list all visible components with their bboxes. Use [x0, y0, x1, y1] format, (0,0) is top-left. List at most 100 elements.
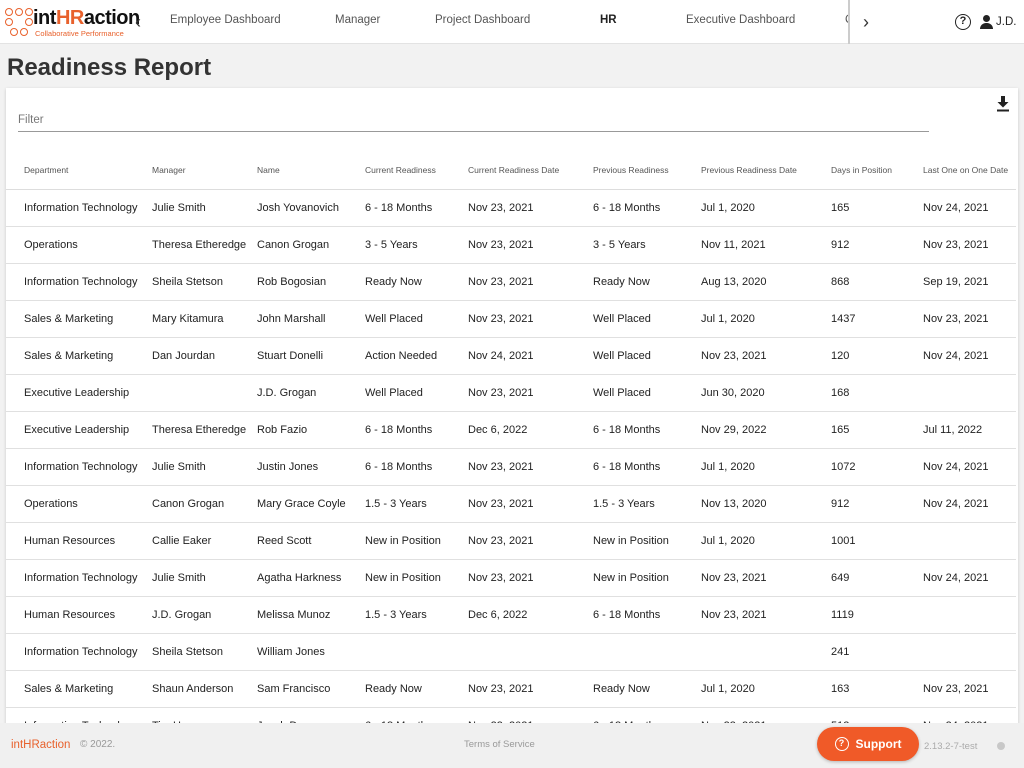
cell-last-one-on-one-date: Nov 24, 2021 [923, 448, 1016, 486]
cell-manager: Dan Jourdan [152, 337, 257, 375]
cell-current-readiness-date: Dec 6, 2022 [468, 596, 593, 634]
cell-days-in-position: 163 [831, 670, 923, 708]
support-button[interactable]: ? Support [817, 727, 919, 761]
cell-days-in-position: 1437 [831, 300, 923, 338]
cell-previous-readiness [593, 633, 701, 671]
column-header-days-in-position[interactable]: Days in Position [831, 151, 923, 190]
cell-current-readiness: Action Needed [365, 337, 468, 375]
cell-previous-readiness-date: Aug 13, 2020 [701, 263, 831, 301]
cell-department: Executive Leadership [6, 411, 152, 449]
tab-hr[interactable]: HR [600, 14, 617, 26]
cell-name: John Marshall [257, 300, 365, 338]
cell-previous-readiness: Well Placed [593, 337, 701, 375]
cell-previous-readiness-date: Nov 23, 2021 [701, 337, 831, 375]
cell-name: William Jones [257, 633, 365, 671]
cell-manager: Julie Smith [152, 189, 257, 227]
cell-previous-readiness: 6 - 18 Months [593, 189, 701, 227]
cell-previous-readiness: 6 - 18 Months [593, 596, 701, 634]
cell-manager: Shaun Anderson [152, 670, 257, 708]
cell-days-in-position: 1001 [831, 522, 923, 560]
cell-previous-readiness-date: Jul 1, 2020 [701, 522, 831, 560]
cell-days-in-position: 241 [831, 633, 923, 671]
app-version: 2.13.2-7-test [924, 741, 978, 752]
cell-days-in-position: 912 [831, 485, 923, 523]
cell-current-readiness: Ready Now [365, 670, 468, 708]
cell-current-readiness-date: Nov 23, 2021 [468, 300, 593, 338]
cell-department: Operations [6, 226, 152, 264]
column-header-previous-readiness[interactable]: Previous Readiness [593, 151, 701, 190]
help-icon[interactable]: ? [955, 14, 971, 30]
table-row[interactable]: Information Technology Sheila Stetson Will… [6, 633, 1016, 671]
table-row[interactable]: Executive Leadership J.D. Grogan Well Plac… [6, 374, 1016, 412]
footer-copyright: © 2022. [80, 739, 116, 750]
cell-manager: J.D. Grogan [152, 596, 257, 634]
tab-project-dashboard[interactable]: Project Dashboard [435, 14, 530, 26]
cell-previous-readiness-date: Jun 30, 2020 [701, 374, 831, 412]
chevron-right-icon[interactable]: › [857, 12, 875, 32]
cell-current-readiness-date: Nov 23, 2021 [468, 263, 593, 301]
cell-previous-readiness-date: Jul 1, 2020 [701, 448, 831, 486]
column-header-previous-readiness-date[interactable]: Previous Readiness Date [701, 151, 831, 190]
cell-previous-readiness-date: Nov 23, 2021 [701, 596, 831, 634]
table-row[interactable]: Executive Leadership Theresa Etheredge Rob… [6, 411, 1016, 449]
app-logo[interactable]: intHRaction Collaborative Performance [4, 6, 140, 38]
cell-current-readiness-date: Nov 23, 2021 [468, 670, 593, 708]
cell-department: Operations [6, 485, 152, 523]
nav-tabs: Employee Dashboard Manager Project Dashb… [150, 0, 850, 44]
column-header-department[interactable]: Department [6, 151, 152, 190]
table-row[interactable]: Sales & Marketing Dan Jourdan Stuart Donel… [6, 337, 1016, 375]
cell-last-one-on-one-date: Nov 23, 2021 [923, 300, 1016, 338]
terms-of-service-link[interactable]: Terms of Service [464, 739, 535, 750]
cell-current-readiness: 6 - 18 Months [365, 189, 468, 227]
table-row[interactable]: Operations Canon Grogan Mary Grace Coyle 1.… [6, 485, 1016, 523]
table-row[interactable]: Sales & Marketing Mary Kitamura John Marsh… [6, 300, 1016, 338]
table-row[interactable]: Human Resources J.D. Grogan Melissa Munoz 1… [6, 596, 1016, 634]
cell-department: Sales & Marketing [6, 337, 152, 375]
cell-manager: Sheila Stetson [152, 263, 257, 301]
column-header-manager[interactable]: Manager [152, 151, 257, 190]
cell-department: Executive Leadership [6, 374, 152, 412]
cell-manager [152, 374, 257, 412]
table-row[interactable]: Sales & Marketing Shaun Anderson Sam Franc… [6, 670, 1016, 708]
table-header-row: Department Manager Name Current Readiness Cu… [6, 151, 1016, 190]
tab-overflow[interactable]: C [845, 14, 848, 26]
table-row[interactable]: Human Resources Callie Eaker Reed Scott New… [6, 522, 1016, 560]
tab-employee-dashboard[interactable]: Employee Dashboard [170, 14, 281, 26]
cell-manager: Julie Smith [152, 559, 257, 597]
cell-department: Human Resources [6, 596, 152, 634]
cell-name: Mary Grace Coyle [257, 485, 365, 523]
cell-current-readiness-date: Dec 6, 2022 [468, 411, 593, 449]
table-row[interactable]: Information Technology Julie Smith Agatha … [6, 559, 1016, 597]
tab-manager[interactable]: Manager [335, 14, 380, 26]
cell-last-one-on-one-date [923, 374, 1016, 412]
top-navigation-bar: intHRaction Collaborative Performance ‹ … [0, 0, 1024, 44]
status-indicator [997, 742, 1005, 750]
cell-last-one-on-one-date: Nov 24, 2021 [923, 485, 1016, 523]
cell-last-one-on-one-date [923, 522, 1016, 560]
cell-last-one-on-one-date: Nov 23, 2021 [923, 226, 1016, 264]
cell-days-in-position: 868 [831, 263, 923, 301]
person-icon [980, 15, 993, 29]
column-header-current-readiness-date[interactable]: Current Readiness Date [468, 151, 593, 190]
column-header-current-readiness[interactable]: Current Readiness [365, 151, 468, 190]
cell-previous-readiness-date: Nov 23, 2021 [701, 559, 831, 597]
column-header-name[interactable]: Name [257, 151, 365, 190]
user-menu[interactable]: J.D. [980, 13, 1016, 31]
support-label: Support [855, 737, 902, 751]
cell-current-readiness: New in Position [365, 522, 468, 560]
chevron-left-icon[interactable]: ‹ [129, 12, 147, 32]
table-row[interactable]: Information Technology Julie Smith Justin … [6, 448, 1016, 486]
logo-wordmark: intHRaction [33, 7, 140, 29]
column-header-last-one-on-one-date[interactable]: Last One on One Date [923, 151, 1016, 190]
table-row[interactable]: Operations Theresa Etheredge Canon Grogan 3… [6, 226, 1016, 264]
table-row[interactable]: Information Technology Sheila Stetson Rob … [6, 263, 1016, 301]
cell-department: Information Technology [6, 448, 152, 486]
cell-current-readiness-date: Nov 23, 2021 [468, 559, 593, 597]
download-icon[interactable] [996, 96, 1010, 112]
cell-days-in-position: 120 [831, 337, 923, 375]
filter-input[interactable] [18, 108, 929, 132]
tab-executive-dashboard[interactable]: Executive Dashboard [686, 14, 795, 26]
table-row[interactable]: Information Technology Julie Smith Josh Yo… [6, 189, 1016, 227]
cell-name: Josh Yovanovich [257, 189, 365, 227]
cell-current-readiness: New in Position [365, 559, 468, 597]
